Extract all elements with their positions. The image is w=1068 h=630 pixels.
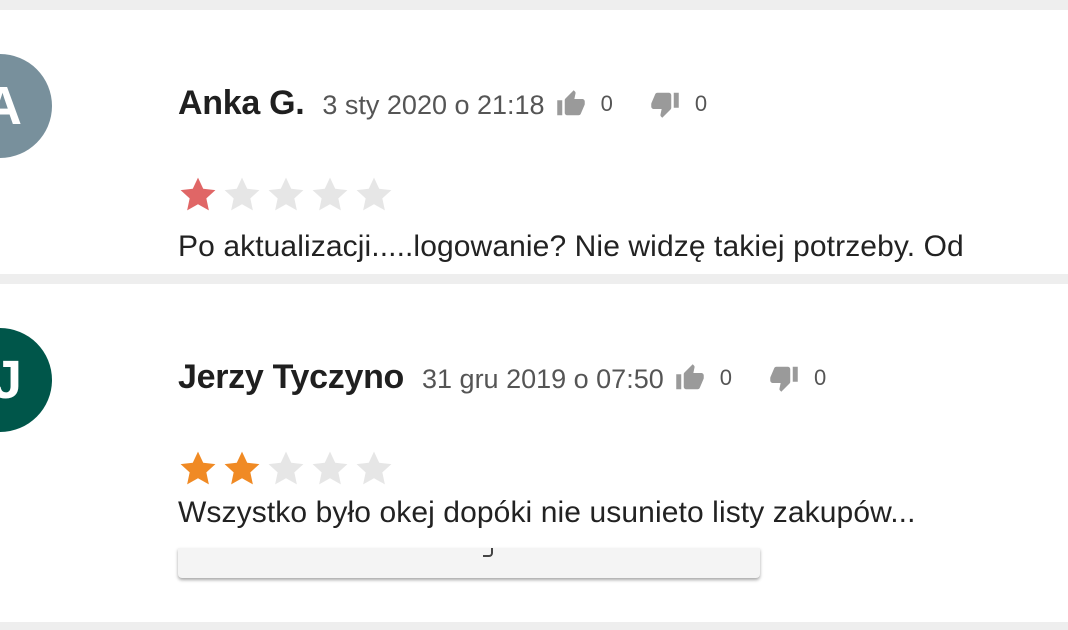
dislike-count: 0	[813, 365, 827, 390]
review-date: 3 sty 2020 o 21:18	[322, 90, 545, 120]
dislike-count: 0	[694, 91, 708, 116]
review-text: Wszystko było okej dopóki nie usunieto l…	[178, 496, 916, 529]
thumbs-up-icon	[674, 363, 706, 393]
star-empty-icon	[224, 177, 260, 211]
thumbs-down-icon	[768, 363, 800, 393]
review-author: Anka G.	[178, 84, 305, 122]
like-count: 0	[719, 365, 732, 390]
review-header: Anka G. 3 sty 2020 o 21:18 0 0	[178, 84, 707, 124]
star-empty-icon	[268, 451, 304, 485]
star-rating	[176, 173, 396, 217]
reply-box[interactable]	[178, 548, 760, 578]
review-text: Po aktualizacji.....logowanie? Nie widzę…	[178, 230, 964, 263]
review-item: A Anka G. 3 sty 2020 o 21:18 0 0 Po aktu…	[0, 10, 1068, 274]
thumbs-up-icon	[555, 89, 587, 119]
star-empty-icon	[312, 177, 348, 211]
avatar: A	[0, 54, 52, 158]
like-count: 0	[600, 91, 613, 116]
star-empty-icon	[356, 177, 392, 211]
star-rating	[176, 447, 396, 491]
star-empty-icon	[268, 177, 304, 211]
like-button[interactable]: 0	[555, 89, 613, 119]
review-author: Jerzy Tyczyno	[178, 358, 405, 396]
avatar: J	[0, 328, 52, 432]
review-item: J Jerzy Tyczyno 31 gru 2019 o 07:50 0 0 …	[0, 284, 1068, 622]
dislike-button[interactable]: 0	[768, 363, 826, 393]
avatar-initial: A	[0, 76, 22, 136]
like-button[interactable]: 0	[674, 363, 732, 393]
dislike-button[interactable]: 0	[649, 89, 707, 119]
reply-box-mark	[483, 548, 493, 557]
star-filled-icon	[224, 451, 260, 485]
star-empty-icon	[312, 451, 348, 485]
star-filled-icon	[180, 177, 216, 211]
review-header: Jerzy Tyczyno 31 gru 2019 o 07:50 0 0	[178, 358, 826, 398]
thumbs-down-icon	[649, 89, 681, 119]
star-filled-icon	[180, 451, 216, 485]
review-date: 31 gru 2019 o 07:50	[422, 364, 664, 394]
star-empty-icon	[356, 451, 392, 485]
avatar-initial: J	[0, 350, 22, 410]
